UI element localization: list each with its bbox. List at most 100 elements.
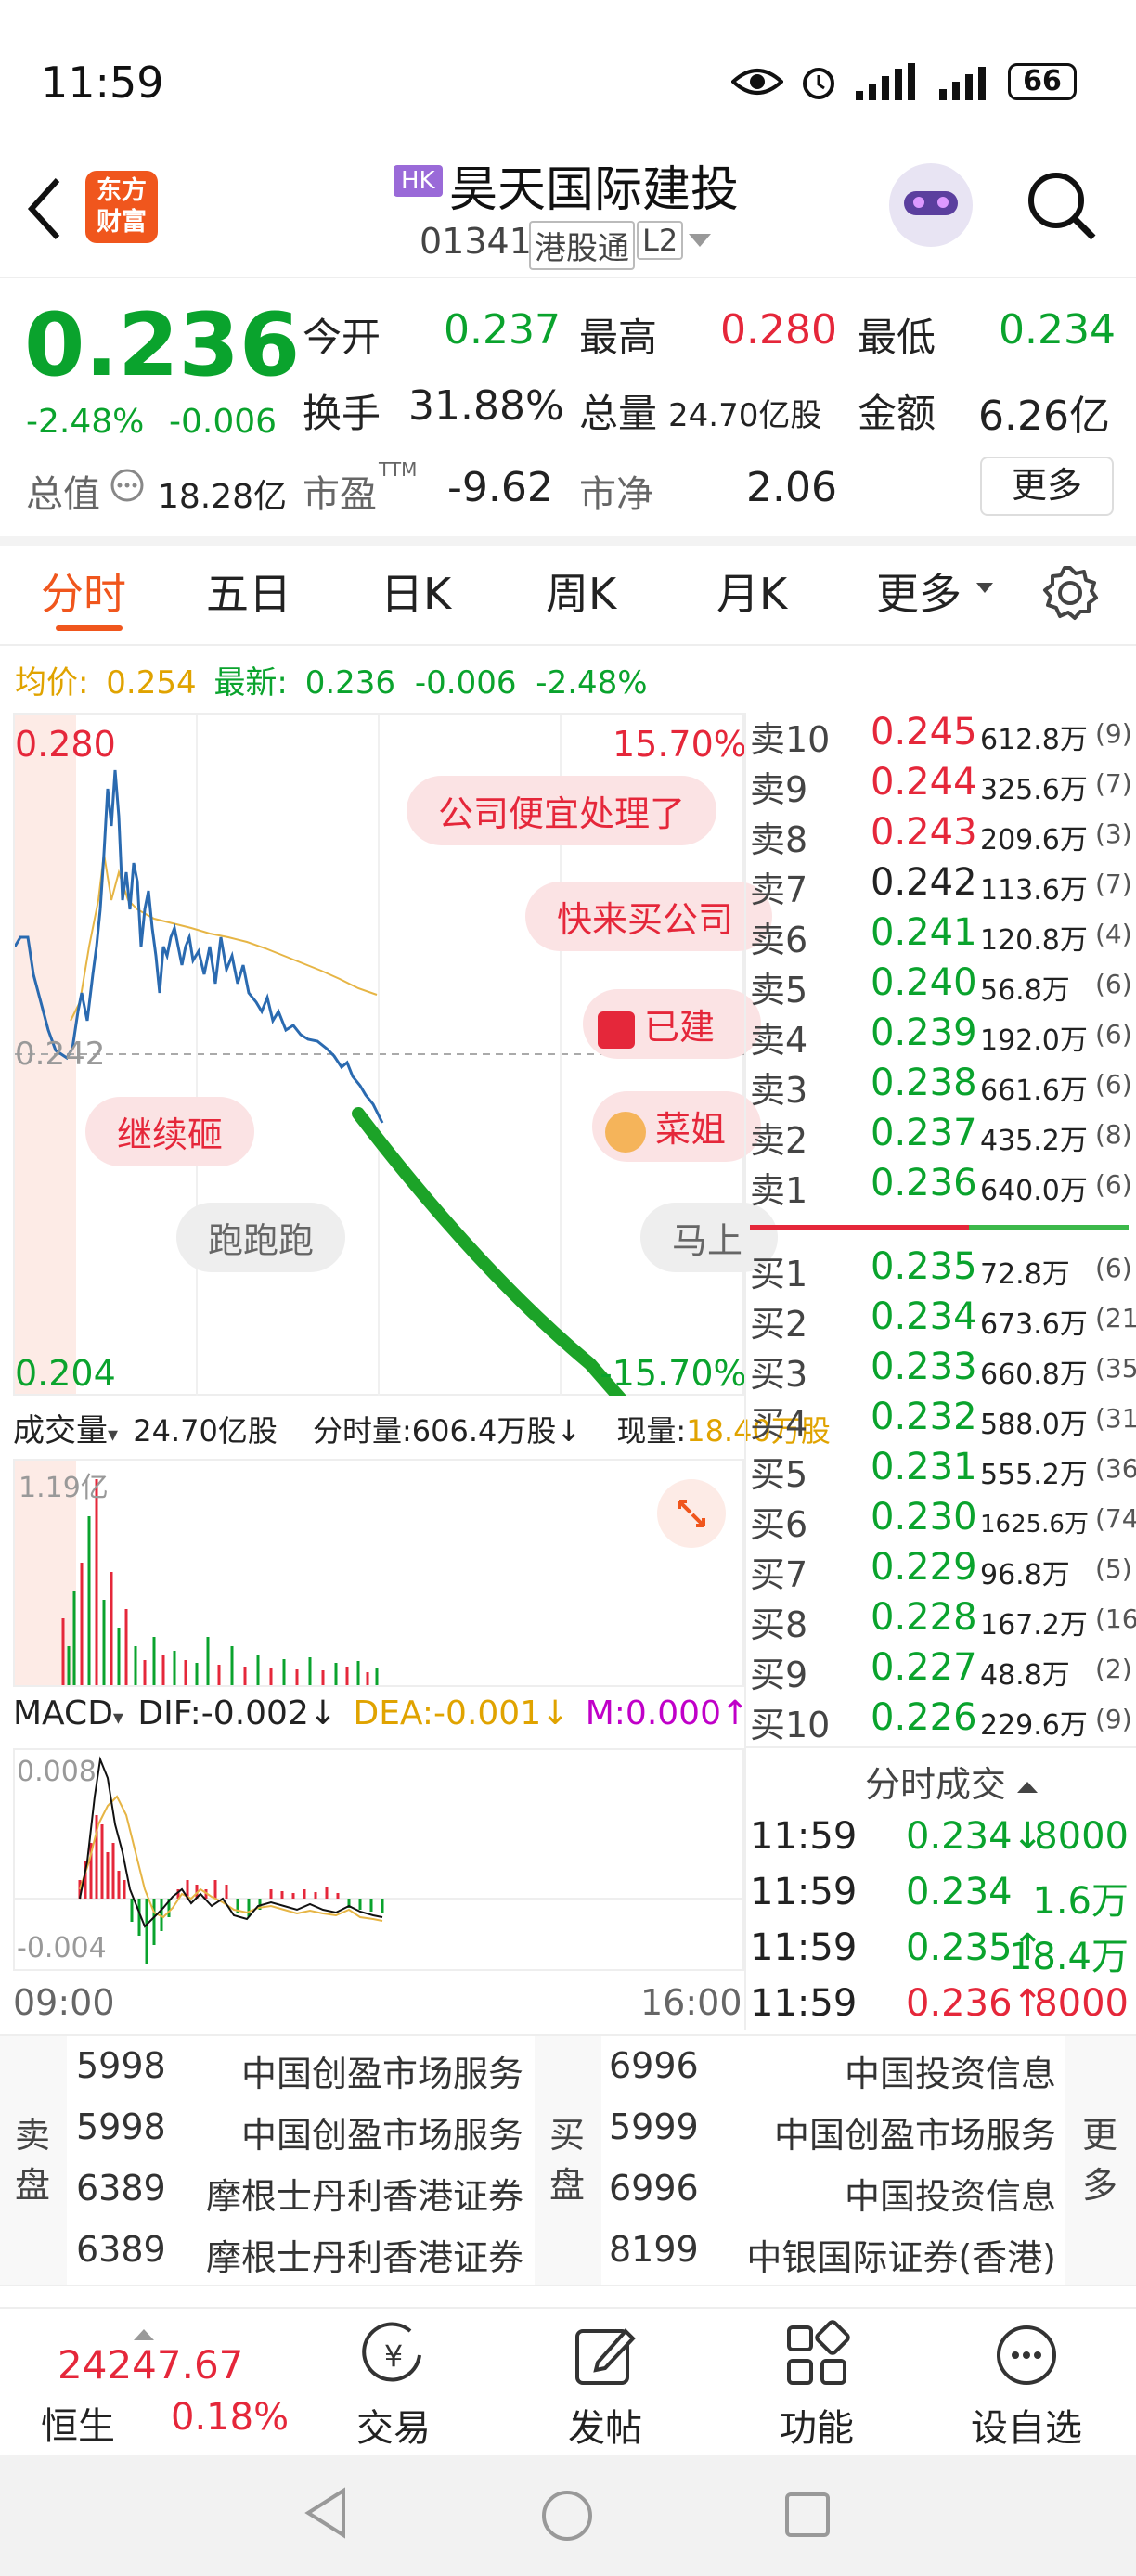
ask-count: (6): [1095, 1169, 1132, 1200]
nav-post[interactable]: 发帖: [512, 2398, 698, 2452]
tab-daily[interactable]: 日K: [381, 560, 451, 622]
ask-row[interactable]: 卖2 0.237 435.2万 (8): [750, 1112, 1136, 1162]
ask-price: 0.241: [871, 911, 977, 954]
buy-broker-name: 中国创盈市场服务: [773, 2115, 1056, 2156]
ask-row[interactable]: 卖6 0.241 120.8万 (4): [750, 911, 1136, 961]
recents-square-icon[interactable]: [783, 2491, 832, 2539]
robot-avatar[interactable]: [889, 163, 973, 247]
nav-functions[interactable]: 功能: [724, 2398, 910, 2452]
high-value: 0.280: [720, 306, 837, 354]
ask-row[interactable]: 卖9 0.244 325.6万 (7): [750, 761, 1136, 811]
sell-queue-label: 卖盘: [0, 2036, 67, 2285]
bid-row[interactable]: 买5 0.231555.2万(36): [750, 1446, 1136, 1496]
bid-price: 0.229: [871, 1546, 977, 1589]
last-value: 0.236: [304, 664, 396, 702]
bid-row[interactable]: 买4 0.232588.0万(31): [750, 1396, 1136, 1446]
bid-row[interactable]: 买6 0.2301625.6万(74): [750, 1496, 1136, 1546]
volume-now-label: 现量:: [616, 1413, 687, 1449]
open-label: 今开: [303, 315, 381, 360]
bid-row[interactable]: 买1 0.235 72.8万 (6): [750, 1245, 1136, 1295]
tab-5day[interactable]: 五日: [206, 560, 291, 622]
bid-volume: 96.8万: [980, 1559, 1070, 1591]
buy-broker-id: 8199: [609, 2229, 699, 2270]
ask-price: 0.237: [871, 1112, 977, 1154]
search-icon[interactable]: [1025, 169, 1099, 243]
tab-weekly[interactable]: 周K: [546, 560, 616, 622]
volume-axis-max: 1.19亿: [19, 1472, 109, 1504]
back-icon[interactable]: [24, 176, 65, 241]
ask-row[interactable]: 卖1 0.236 640.0万 (6): [750, 1162, 1136, 1212]
ask-row[interactable]: 卖3 0.238 661.6万 (6): [750, 1062, 1136, 1112]
post-icon[interactable]: [570, 2320, 640, 2390]
back-triangle-icon[interactable]: [303, 2487, 349, 2539]
more-dots-icon[interactable]: [110, 468, 145, 503]
comment-bubble[interactable]: 公司便宜处理了: [407, 776, 717, 845]
nav-watchlist[interactable]: 设自选: [934, 2398, 1119, 2452]
trade-icon[interactable]: ¥: [358, 2320, 429, 2390]
chevron-down-icon[interactable]: [689, 234, 711, 249]
ask-count: (7): [1095, 869, 1132, 899]
watchlist-icon[interactable]: [991, 2320, 1062, 2390]
bid-row[interactable]: 买3 0.233660.8万(35): [750, 1346, 1136, 1396]
functions-icon[interactable]: [781, 2320, 852, 2390]
expand-button[interactable]: [657, 1479, 726, 1548]
comment-bubble[interactable]: 快来买公司: [525, 882, 772, 951]
bid-volume: 673.6万: [980, 1308, 1088, 1341]
app-logo[interactable]: 东方 财富: [85, 171, 158, 243]
trade-price: 0.236↑: [906, 1982, 1044, 2025]
tab-intraday[interactable]: 分时: [41, 560, 126, 622]
pb-label: 市净: [579, 473, 653, 516]
ask-row[interactable]: 卖7 0.242 113.6万 (7): [750, 861, 1136, 911]
nav-trade[interactable]: 交易: [301, 2398, 486, 2452]
volume-chart[interactable]: 1.19亿: [13, 1459, 744, 1687]
eye-icon: [731, 69, 783, 95]
ask-row[interactable]: 卖8 0.243 209.6万 (3): [750, 811, 1136, 861]
sell-broker-id: 6389: [76, 2229, 166, 2270]
comment-bubble[interactable]: 继续砸: [85, 1097, 255, 1166]
ask-label: 卖4: [750, 1020, 808, 1061]
tab-more[interactable]: 更多: [876, 560, 962, 622]
comment-bubble[interactable]: 跑跑跑: [176, 1203, 346, 1272]
ask-row[interactable]: 卖4 0.239 192.0万 (6): [750, 1011, 1136, 1062]
ask-row[interactable]: 卖10 0.245 612.8万 (9): [750, 711, 1136, 761]
more-button[interactable]: 更多: [980, 457, 1114, 516]
bid-row[interactable]: 买10 0.226 229.6万 (9): [750, 1696, 1136, 1746]
bid-count: (21): [1095, 1303, 1136, 1333]
macd-dropdown[interactable]: MACD: [13, 1694, 113, 1732]
volume-period: 分时量:606.4万股↓: [313, 1413, 582, 1449]
trade-volume: 1.6万: [1032, 1880, 1129, 1923]
index-pct: 0.18%: [171, 2396, 290, 2439]
ask-price: 0.245: [871, 711, 977, 753]
ask-row[interactable]: 卖5 0.240 56.8万 (6): [750, 961, 1136, 1011]
stock-code: 01341: [420, 221, 532, 262]
comment-bubble[interactable]: 已建: [583, 989, 761, 1059]
bid-label: 买7: [750, 1554, 808, 1595]
bid-label: 买9: [750, 1655, 808, 1695]
caret-up-icon: [134, 2329, 154, 2340]
bid-row[interactable]: 买2 0.234673.6万(21): [750, 1295, 1136, 1346]
trade-volume: 8000: [1034, 1815, 1129, 1858]
home-circle-icon[interactable]: [540, 2489, 594, 2543]
trades-title[interactable]: 分时成交: [865, 1756, 1039, 1807]
low-value: 0.234: [999, 306, 1116, 354]
low-label: 最低: [858, 315, 936, 360]
bid-row[interactable]: 买9 0.227 48.8万 (2): [750, 1646, 1136, 1696]
comment-bubble[interactable]: 菜姐: [592, 1091, 761, 1162]
gear-icon[interactable]: [1041, 564, 1099, 622]
time-start: 09:00: [13, 1982, 115, 2023]
ask-label: 卖8: [750, 819, 808, 860]
bid-row[interactable]: 买7 0.229 96.8万 (5): [750, 1546, 1136, 1596]
gift-icon: [598, 1011, 635, 1049]
ask-label: 卖5: [750, 970, 808, 1011]
bid-row[interactable]: 买8 0.228167.2万(16): [750, 1596, 1136, 1646]
bid-price: 0.232: [871, 1396, 977, 1438]
index-ticker[interactable]: 24247.67 恒生 0.18%: [37, 2329, 306, 2450]
volume-dropdown[interactable]: 成交量: [13, 1412, 108, 1449]
order-book-divider: [744, 713, 746, 2030]
tab-monthly[interactable]: 月K: [716, 560, 787, 622]
trade-volume: 8000: [1034, 1982, 1129, 2025]
macd-chart[interactable]: 0.008 -0.004: [13, 1748, 744, 1971]
level-badge[interactable]: L2: [637, 221, 684, 260]
broker-more-button[interactable]: 更多: [1065, 2036, 1136, 2285]
ask-count: (3): [1095, 818, 1132, 849]
